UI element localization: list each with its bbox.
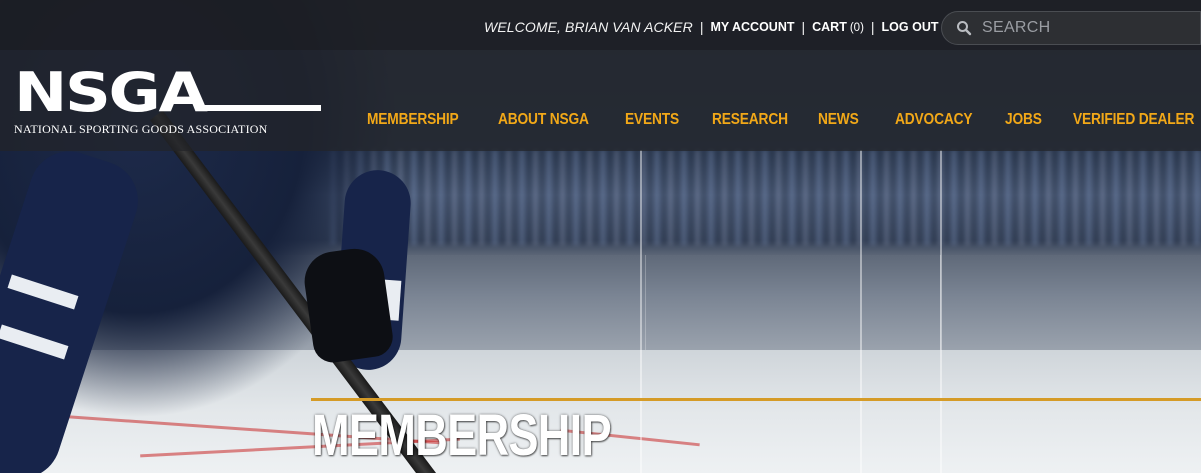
separator: |: [801, 19, 806, 35]
nsga-logo[interactable]: NSGA NATIONAL SPORTING GOODS ASSOCIATION: [14, 66, 322, 146]
nav-advocacy[interactable]: ADVOCACY: [895, 111, 973, 129]
search-icon[interactable]: [956, 20, 972, 36]
nav-events[interactable]: EVENTS: [625, 111, 679, 129]
site-header: NSGA NATIONAL SPORTING GOODS ASSOCIATION…: [0, 50, 1201, 151]
separator: |: [870, 19, 875, 35]
logo-underline: [204, 105, 321, 111]
separator: |: [699, 19, 704, 35]
title-rule: [311, 398, 1201, 401]
search-input[interactable]: [980, 18, 1184, 38]
logo-mark: NSGA: [14, 61, 208, 124]
nav-research[interactable]: RESEARCH: [712, 111, 788, 129]
page-title: MEMBERSHIP: [312, 403, 612, 468]
nav-verified-dealer[interactable]: VERIFIED DEALER: [1073, 111, 1194, 129]
welcome-message: WELCOME, BRIAN VAN ACKER: [484, 19, 693, 35]
cart-label: CART: [812, 20, 847, 34]
utility-bar: WELCOME, BRIAN VAN ACKER | MY ACCOUNT | …: [0, 0, 1201, 50]
user-links: WELCOME, BRIAN VAN ACKER | MY ACCOUNT | …: [484, 19, 939, 35]
arena-crowd: [330, 150, 1201, 245]
my-account-link[interactable]: MY ACCOUNT: [710, 20, 794, 34]
logo-subtitle: NATIONAL SPORTING GOODS ASSOCIATION: [14, 122, 268, 136]
nav-news[interactable]: NEWS: [818, 111, 859, 129]
nav-jobs[interactable]: JOBS: [1005, 111, 1042, 129]
log-out-link[interactable]: LOG OUT: [882, 20, 939, 34]
nav-about-nsga[interactable]: ABOUT NSGA: [498, 111, 589, 129]
cart-count: (0): [849, 22, 864, 34]
cart-link[interactable]: CART (0): [812, 20, 864, 34]
nav-membership[interactable]: MEMBERSHIP: [367, 111, 459, 129]
search-box[interactable]: [941, 11, 1201, 45]
